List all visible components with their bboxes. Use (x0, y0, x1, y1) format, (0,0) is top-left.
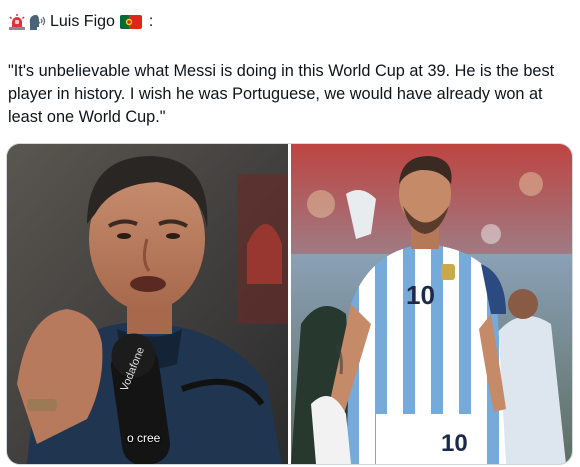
video-caption: o cree (127, 431, 161, 445)
rotating-light-icon (8, 13, 26, 31)
jersey-number: 10 (406, 280, 435, 310)
post-text: "It's unbelievable what Messi is doing i… (8, 62, 555, 126)
media-grid[interactable]: Vodafone o cree 10 10 (6, 143, 573, 465)
speaking-head-icon (28, 13, 46, 31)
shorts-number: 10 (441, 430, 468, 457)
figo-interview-photo[interactable]: Vodafone o cree (7, 144, 288, 464)
messi-argentina-kit-photo[interactable]: 10 10 (291, 144, 572, 464)
post-header: Luis Figo : (8, 10, 153, 34)
author-name[interactable]: Luis Figo (50, 13, 115, 31)
header-separator: : (148, 13, 154, 30)
portugal-flag-icon (119, 13, 142, 31)
